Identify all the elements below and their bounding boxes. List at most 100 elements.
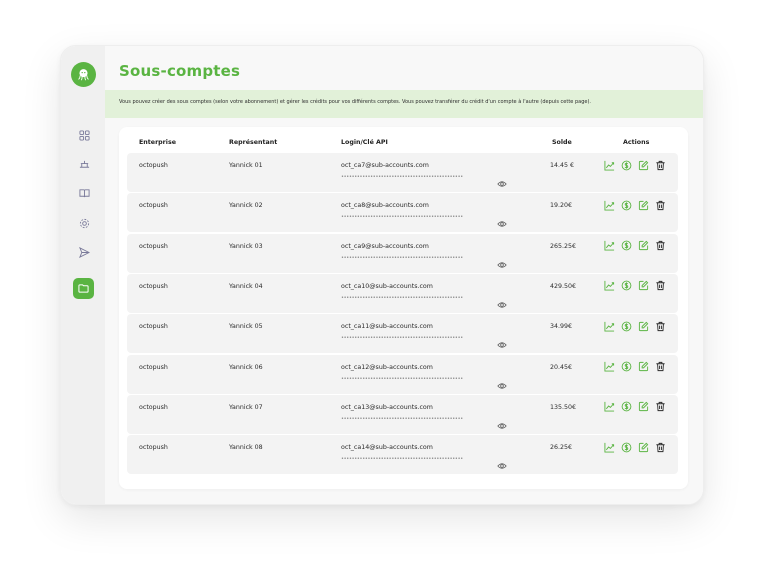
credit-icon[interactable] [621, 240, 632, 251]
eye-icon[interactable] [497, 173, 507, 187]
solde-cell: 20.45€ [550, 363, 573, 371]
credit-icon[interactable] [621, 401, 632, 412]
delete-icon[interactable] [655, 401, 666, 412]
delete-icon[interactable] [655, 442, 666, 453]
representant-cell: Yannick 08 [229, 444, 263, 452]
login-cell: oct_ca14@sub-accounts.com [341, 444, 433, 452]
credit-icon[interactable] [621, 442, 632, 453]
login-cell: oct_ca9@sub-accounts.com [341, 242, 429, 250]
edit-icon[interactable] [638, 361, 649, 372]
api-key-masked: ••••••••••••••••••••••••••••••••••••••••… [341, 456, 463, 463]
eye-icon[interactable] [497, 415, 507, 429]
info-banner: Vous pouvez créer des sous comptes (selo… [105, 90, 703, 118]
chart-icon[interactable] [604, 442, 615, 453]
chart-icon[interactable] [604, 401, 615, 412]
edit-icon[interactable] [638, 401, 649, 412]
enterprise-cell: octopush [139, 403, 168, 411]
login-cell: oct_ca11@sub-accounts.com [341, 323, 433, 331]
grid-icon[interactable] [75, 126, 93, 144]
solde-cell: 14.45 € [550, 162, 575, 169]
enterprise-cell: octopush [139, 162, 168, 169]
enterprise-cell: octopush [139, 444, 168, 452]
table-row: octopush Yannick 02 oct_ca8@sub-accounts.c… [127, 193, 678, 233]
send-icon[interactable] [75, 243, 93, 261]
credit-icon[interactable] [621, 361, 632, 372]
row-actions [604, 159, 672, 171]
eye-icon[interactable] [497, 334, 507, 348]
eye-icon[interactable] [497, 213, 507, 227]
chart-icon[interactable] [604, 160, 615, 171]
table-row: octopush Yannick 04 oct_ca10@sub-accounts.… [127, 273, 678, 313]
representant-cell: Yannick 03 [229, 242, 263, 250]
book-icon[interactable] [75, 184, 93, 202]
eye-icon[interactable] [497, 254, 507, 268]
api-key-masked: ••••••••••••••••••••••••••••••••••••••••… [341, 294, 463, 301]
solde-cell: 429.50€ [550, 282, 577, 290]
enterprise-cell: octopush [139, 282, 168, 290]
delete-icon[interactable] [655, 240, 666, 251]
edit-icon[interactable] [638, 442, 649, 453]
chart-icon[interactable] [604, 361, 615, 372]
chart-icon[interactable] [604, 280, 615, 291]
settings-icon[interactable] [75, 214, 93, 232]
row-actions [604, 240, 672, 252]
representant-cell: Yannick 07 [229, 403, 263, 411]
edit-icon[interactable] [638, 160, 649, 171]
campaign-icon[interactable] [75, 155, 93, 173]
folder-icon[interactable] [73, 278, 94, 299]
edit-icon[interactable] [638, 280, 649, 291]
api-key-masked: ••••••••••••••••••••••••••••••••••••••••… [341, 174, 463, 180]
enterprise-cell: octopush [139, 323, 168, 331]
delete-icon[interactable] [655, 321, 666, 332]
header-solde: Solde [552, 139, 572, 146]
row-actions [604, 320, 672, 332]
edit-icon[interactable] [638, 321, 649, 332]
chart-icon[interactable] [604, 200, 615, 211]
edit-icon[interactable] [638, 200, 649, 211]
login-cell: oct_ca12@sub-accounts.com [341, 363, 433, 371]
representant-cell: Yannick 01 [229, 162, 263, 169]
representant-cell: Yannick 05 [229, 323, 263, 331]
enterprise-cell: octopush [139, 202, 168, 210]
delete-icon[interactable] [655, 280, 666, 291]
solde-cell: 19.20€ [550, 202, 573, 210]
api-key-masked: ••••••••••••••••••••••••••••••••••••••••… [341, 214, 463, 221]
eye-icon[interactable] [497, 455, 507, 469]
solde-cell: 26.25€ [550, 444, 573, 452]
delete-icon[interactable] [655, 361, 666, 372]
header-enterprise: Enterprise [139, 139, 176, 146]
table-row: octopush Yannick 07 oct_ca13@sub-accounts.… [127, 394, 678, 434]
login-cell: oct_ca7@sub-accounts.com [341, 162, 429, 169]
credit-icon[interactable] [621, 200, 632, 211]
api-key-masked: ••••••••••••••••••••••••••••••••••••••••… [341, 415, 463, 422]
chart-icon[interactable] [604, 240, 615, 251]
octopus-logo[interactable] [71, 62, 96, 87]
eye-icon[interactable] [497, 375, 507, 389]
login-cell: oct_ca10@sub-accounts.com [341, 282, 433, 290]
solde-cell: 34.99€ [550, 323, 573, 331]
table-row: octopush Yannick 03 oct_ca9@sub-accounts.c… [127, 233, 678, 273]
api-key-masked: ••••••••••••••••••••••••••••••••••••••••… [341, 254, 463, 261]
page-title: Sous-comptes [119, 62, 241, 80]
eye-icon[interactable] [497, 294, 507, 308]
chart-icon[interactable] [604, 321, 615, 332]
header-login: Login/Clé API [341, 139, 388, 146]
api-key-masked: ••••••••••••••••••••••••••••••••••••••••… [341, 375, 463, 382]
row-actions [604, 361, 672, 373]
enterprise-cell: octopush [139, 363, 168, 371]
api-key-masked: ••••••••••••••••••••••••••••••••••••••••… [341, 335, 463, 342]
row-actions [604, 199, 672, 211]
edit-icon[interactable] [638, 240, 649, 251]
credit-icon[interactable] [621, 280, 632, 291]
table-row: octopush Yannick 01 oct_ca7@sub-accounts.c… [127, 153, 678, 192]
info-text: Vous pouvez créer des sous comptes (selo… [119, 99, 591, 105]
credit-icon[interactable] [621, 160, 632, 171]
app-window: Sous-comptes Vous pouvez créer des sous … [60, 45, 704, 505]
credit-icon[interactable] [621, 321, 632, 332]
login-cell: oct_ca13@sub-accounts.com [341, 403, 433, 411]
solde-cell: 265.25€ [550, 242, 577, 250]
delete-icon[interactable] [655, 160, 666, 171]
main-content: Sous-comptes Vous pouvez créer des sous … [105, 46, 703, 504]
sub-accounts-table: Enterprise Représentant Login/Clé API So… [119, 127, 688, 489]
delete-icon[interactable] [655, 200, 666, 211]
